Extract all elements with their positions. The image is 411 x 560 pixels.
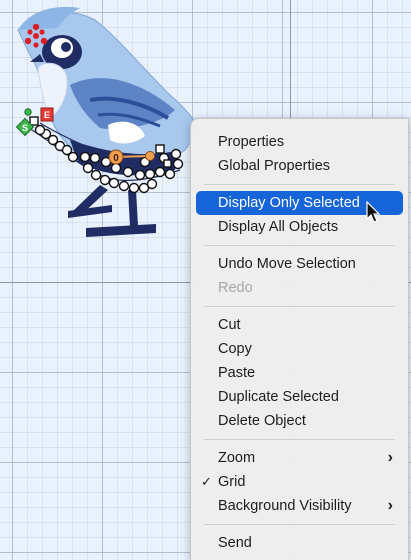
- menu-item-properties[interactable]: Properties: [196, 130, 403, 154]
- menu-item-label: Display All Objects: [218, 219, 339, 235]
- menu-item-label: Grid: [218, 474, 246, 490]
- menu-item-global-properties[interactable]: Global Properties: [196, 154, 403, 178]
- menu-item-label: Undo Move Selection: [218, 256, 356, 272]
- end-point-handle[interactable]: E: [40, 107, 54, 122]
- checkmark-icon: ✓: [201, 474, 212, 489]
- menu-item-label: Cut: [218, 317, 241, 333]
- menu-item-label: Global Properties: [218, 158, 331, 174]
- menu-item-duplicate-selected[interactable]: Duplicate Selected: [196, 385, 403, 409]
- menu-item-label: Delete Object: [218, 413, 306, 429]
- menu-item-label: Background Visibility: [218, 498, 352, 514]
- menu-item-label: Duplicate Selected: [218, 389, 339, 405]
- menu-item-delete-object[interactable]: Delete Object: [196, 409, 403, 433]
- menu-item-redo: Redo: [196, 276, 403, 300]
- menu-item-copy[interactable]: Copy: [196, 337, 403, 361]
- menu-item-undo-move-selection[interactable]: Undo Move Selection: [196, 252, 403, 276]
- menu-separator: [204, 184, 395, 185]
- menu-item-background-visibility[interactable]: Background Visibility ›: [196, 494, 403, 518]
- mouse-pointer-icon: [366, 201, 381, 223]
- menu-item-label: Zoom: [218, 450, 256, 466]
- svg-text:E: E: [44, 110, 50, 120]
- menu-item-send[interactable]: Send: [196, 531, 403, 555]
- menu-separator: [204, 439, 395, 440]
- menu-item-label: Copy: [218, 341, 252, 357]
- menu-item-label: Properties: [218, 134, 285, 150]
- menu-separator: [204, 306, 395, 307]
- menu-item-grid[interactable]: ✓ Grid: [196, 470, 403, 494]
- selected-node[interactable]: 0: [108, 149, 124, 165]
- svg-text:S: S: [22, 123, 28, 133]
- context-menu: Properties Global Properties Display Only …: [190, 118, 409, 560]
- menu-item-label: Redo: [218, 280, 253, 296]
- svg-text:0: 0: [113, 153, 119, 164]
- selected-control-point[interactable]: [145, 151, 155, 161]
- menu-item-label: Paste: [218, 365, 256, 381]
- menu-item-cut[interactable]: Cut: [196, 313, 403, 337]
- menu-item-paste[interactable]: Paste: [196, 361, 403, 385]
- menu-item-label: Display Only Selected: [218, 195, 360, 211]
- menu-separator: [204, 245, 395, 246]
- chevron-right-icon: ›: [387, 497, 393, 514]
- menu-separator: [204, 524, 395, 525]
- chevron-right-icon: ›: [387, 449, 393, 466]
- menu-item-zoom[interactable]: Zoom ›: [196, 446, 403, 470]
- menu-item-label: Send: [218, 535, 252, 551]
